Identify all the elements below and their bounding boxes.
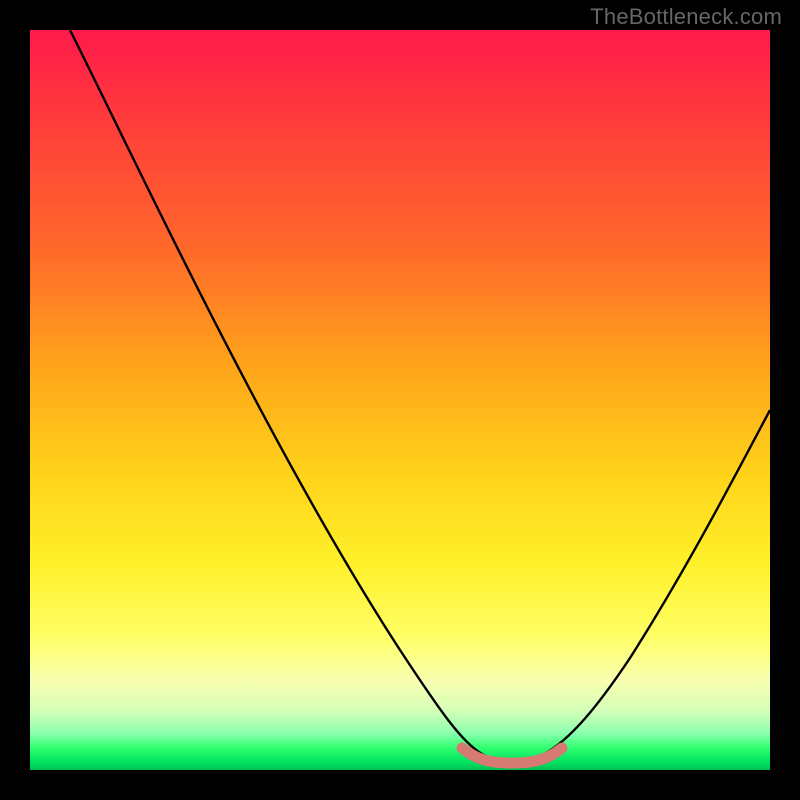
bottleneck-curve xyxy=(70,30,770,762)
chart-frame: TheBottleneck.com xyxy=(0,0,800,800)
plot-area xyxy=(30,30,770,770)
curve-layer xyxy=(30,30,770,770)
highlight-basin xyxy=(462,748,562,763)
watermark-text: TheBottleneck.com xyxy=(590,4,782,30)
